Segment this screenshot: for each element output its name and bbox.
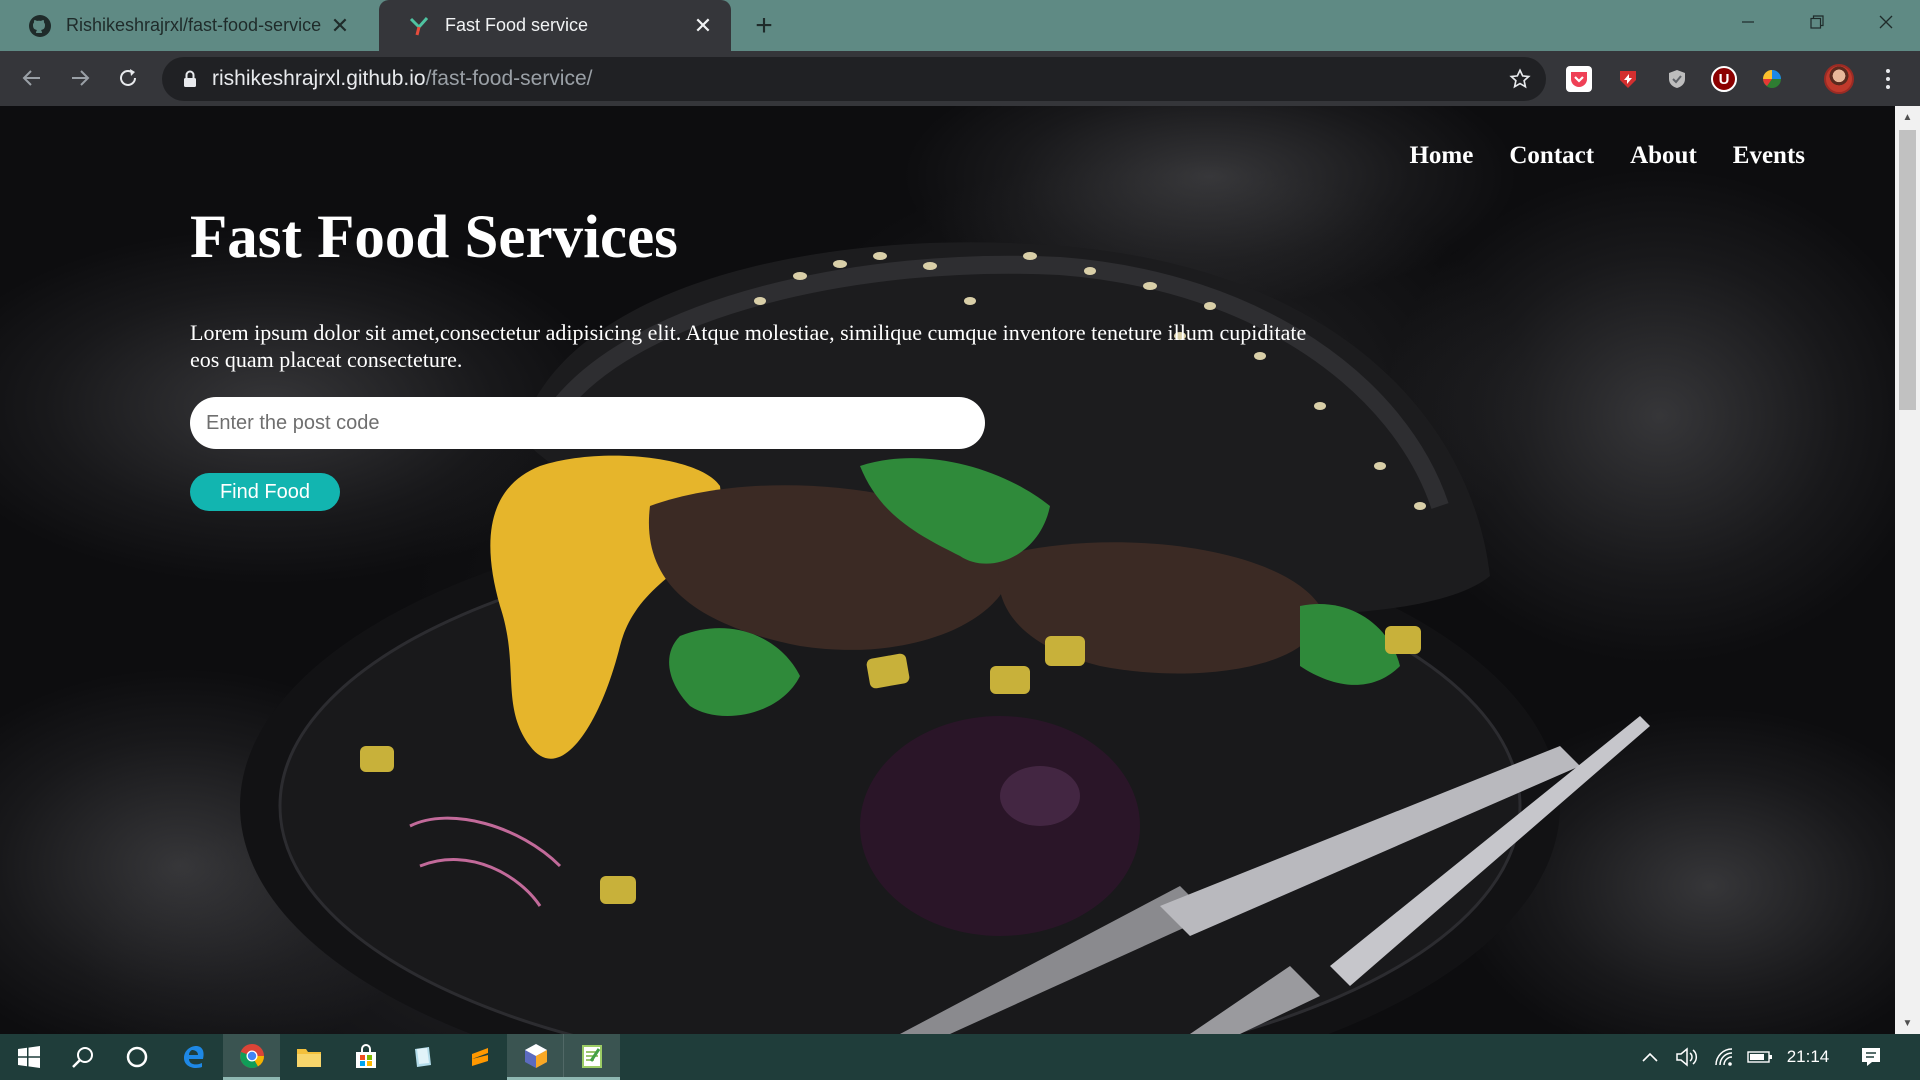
url-host: rishikeshrajrxl.github.io	[212, 67, 426, 90]
file-explorer-icon[interactable]	[280, 1034, 337, 1080]
lock-icon[interactable]	[180, 69, 200, 89]
nav-link-home[interactable]: Home	[1409, 142, 1473, 170]
red-extension-icon[interactable]	[1615, 66, 1641, 92]
bookmark-star-icon[interactable]	[1508, 67, 1532, 91]
page-title: Fast Food Services	[190, 204, 678, 271]
sublime-text-icon[interactable]	[451, 1034, 508, 1080]
new-tab-button[interactable]: +	[748, 10, 780, 42]
tab-github-repo[interactable]: Rishikeshrajrxl/fast-food-service ✕	[0, 0, 368, 51]
colorful-extension-icon[interactable]	[1759, 66, 1785, 92]
3d-app-icon[interactable]	[507, 1034, 564, 1080]
postcode-input[interactable]	[190, 397, 985, 450]
window-controls	[1713, 0, 1920, 44]
tab-fast-food-service[interactable]: Fast Food service ✕	[379, 0, 731, 51]
scrollbar-thumb[interactable]	[1899, 130, 1916, 410]
search-icon[interactable]	[54, 1034, 111, 1080]
volume-icon[interactable]	[1672, 1034, 1702, 1080]
browser-toolbar: rishikeshrajrxl.github.io/fast-food-serv…	[0, 51, 1920, 106]
edge-icon[interactable]	[165, 1034, 222, 1080]
shield-extension-icon[interactable]	[1664, 66, 1690, 92]
battery-icon[interactable]	[1745, 1034, 1775, 1080]
address-bar[interactable]: rishikeshrajrxl.github.io/fast-food-serv…	[162, 57, 1546, 101]
windows-start-icon[interactable]	[0, 1034, 57, 1080]
url-path: /fast-food-service/	[425, 67, 593, 90]
windows-taskbar: 21:14	[0, 1034, 1920, 1080]
reload-icon[interactable]	[110, 60, 146, 96]
notification-icon[interactable]	[1856, 1034, 1886, 1080]
hero-description: Lorem ipsum dolor sit amet,consectetur a…	[190, 320, 1307, 373]
nav-link-events[interactable]: Events	[1733, 142, 1805, 170]
notepad-icon[interactable]	[563, 1034, 620, 1080]
pocket-icon[interactable]	[1566, 66, 1592, 92]
wifi-icon[interactable]	[1710, 1034, 1738, 1080]
cortana-icon[interactable]	[108, 1034, 165, 1080]
forward-arrow-icon[interactable]	[62, 60, 98, 96]
profile-avatar[interactable]	[1824, 64, 1854, 94]
taskbar-clock[interactable]: 21:14	[1782, 1034, 1834, 1080]
store-icon[interactable]	[337, 1034, 394, 1080]
hero-section: Fast Food Services Lorem ipsum dolor sit…	[190, 204, 1340, 512]
close-tab-icon[interactable]: ✕	[691, 13, 715, 38]
back-arrow-icon[interactable]	[14, 60, 50, 96]
restore-icon[interactable]	[1782, 0, 1851, 44]
find-food-button[interactable]: Find Food	[190, 473, 340, 512]
chrome-icon[interactable]	[223, 1034, 280, 1080]
tab-title: Fast Food service	[445, 15, 589, 35]
github-icon	[28, 14, 52, 38]
minimize-icon[interactable]	[1713, 0, 1782, 44]
close-window-icon[interactable]	[1851, 0, 1920, 44]
scroll-down-arrow-icon[interactable]: ▼	[1895, 1012, 1920, 1034]
close-tab-icon[interactable]: ✕	[328, 13, 352, 38]
nav-link-about[interactable]: About	[1630, 142, 1697, 170]
chevron-up-icon[interactable]	[1636, 1034, 1664, 1080]
tab-strip: Rishikeshrajrxl/fast-food-service ✕ Fast…	[0, 0, 1920, 51]
scroll-up-arrow-icon[interactable]: ▲	[1895, 106, 1920, 128]
site-nav: Home Contact About Events	[1409, 142, 1805, 170]
browser-menu-icon[interactable]	[1874, 65, 1902, 93]
site-favicon-icon	[407, 14, 431, 38]
tab-title: Rishikeshrajrxl/fast-food-service	[66, 15, 322, 35]
ublock-icon[interactable]: U	[1711, 66, 1737, 92]
url-text: rishikeshrajrxl.github.io/fast-food-serv…	[212, 67, 593, 91]
nav-link-contact[interactable]: Contact	[1509, 142, 1594, 170]
notes-app-icon[interactable]	[394, 1034, 451, 1080]
page-scrollbar[interactable]: ▲ ▼	[1895, 106, 1920, 1034]
page-viewport: Home Contact About Events Fast Food Serv…	[0, 106, 1895, 1034]
